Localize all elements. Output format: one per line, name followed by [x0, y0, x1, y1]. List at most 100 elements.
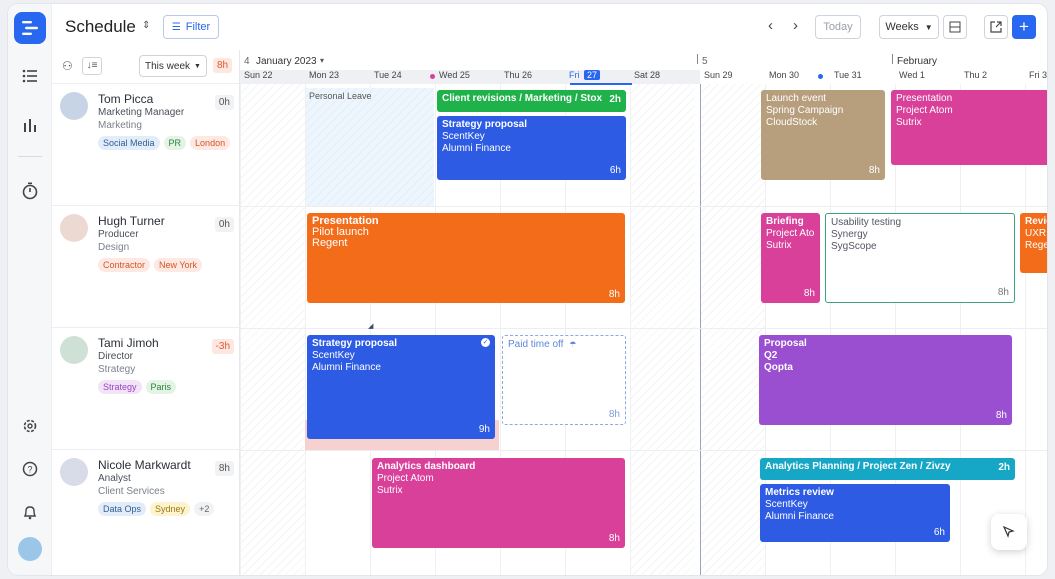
- row-divider: [240, 328, 1047, 329]
- event-line: Alumni Finance: [765, 511, 834, 522]
- month-divider: [892, 54, 893, 64]
- event-block[interactable]: Paid time off ☂ 8h: [502, 335, 626, 425]
- person-hours: 0h: [214, 217, 234, 232]
- event-title: Client revisions / Marketing / Stox: [442, 93, 603, 104]
- event-line: UXR: [1025, 228, 1047, 239]
- settings-gear-icon[interactable]: [14, 410, 46, 442]
- day-header: Tue 31: [834, 70, 862, 80]
- title-sort-icon[interactable]: ⇕: [142, 20, 150, 31]
- today-button[interactable]: Today: [815, 15, 861, 39]
- day-header: Sun 22: [244, 70, 273, 80]
- day-column-sat28[interactable]: [630, 84, 695, 575]
- tag[interactable]: PR: [163, 136, 187, 150]
- day-column-sun22[interactable]: [240, 84, 305, 575]
- tag[interactable]: Data Ops: [98, 502, 147, 516]
- person-name: Hugh Turner: [98, 214, 165, 228]
- help-icon[interactable]: ?: [14, 453, 46, 485]
- event-hours: 9h: [478, 424, 490, 435]
- layout-toggle-icon[interactable]: [943, 15, 967, 39]
- day-header: Sun 29: [704, 70, 733, 80]
- tag[interactable]: Sydney: [150, 502, 191, 516]
- day-header: Sat 28: [634, 70, 661, 80]
- tag[interactable]: +2: [194, 502, 215, 516]
- chevron-down-icon: ▼: [194, 62, 201, 70]
- event-block[interactable]: Launch event Spring Campaign CloudStock …: [761, 90, 885, 180]
- tag[interactable]: New York: [154, 258, 203, 272]
- person-name: Nicole Markwardt: [98, 458, 191, 472]
- svg-text:?: ?: [27, 465, 32, 475]
- tag[interactable]: Strategy: [98, 380, 142, 394]
- cursor-icon: [1003, 526, 1015, 538]
- event-block[interactable]: Usability testing Synergy SygScope 8h: [825, 213, 1015, 303]
- event-block[interactable]: Briefing Project Ato Sutrix 8h: [761, 213, 820, 303]
- month-label[interactable]: January 2023: [256, 56, 317, 67]
- person-row[interactable]: Tom Picca Marketing Manager Marketing 0h…: [52, 84, 240, 206]
- day-header: Fri 3: [1029, 70, 1047, 80]
- event-title: Proposal: [764, 338, 807, 349]
- person-row[interactable]: Hugh Turner Producer Design 0h Contracto…: [52, 206, 240, 328]
- event-title: Briefing: [766, 216, 804, 227]
- event-block[interactable]: Revie UXR Rege: [1020, 213, 1047, 273]
- event-line: Project Ato: [766, 228, 815, 239]
- add-plus-icon[interactable]: +: [1012, 15, 1036, 39]
- filter-button[interactable]: ☰ Filter: [163, 15, 219, 39]
- pointer-tool-button[interactable]: [991, 514, 1027, 550]
- event-block[interactable]: Metrics review ScentKey Alumni Finance 6…: [760, 484, 950, 542]
- event-block[interactable]: Presentation Project Atom Sutrix: [891, 90, 1047, 165]
- stopwatch-icon[interactable]: [14, 175, 46, 207]
- person-dept: Client Services: [98, 486, 165, 497]
- export-icon[interactable]: [984, 15, 1008, 39]
- month-label-2: February: [897, 56, 938, 67]
- day-header: Wed 1: [899, 70, 925, 80]
- tag[interactable]: Social Media: [98, 136, 160, 150]
- this-week-hours: 8h: [213, 58, 233, 73]
- month-chevron-icon[interactable]: ▾: [320, 56, 324, 65]
- tag[interactable]: Paris: [145, 380, 177, 394]
- resize-corner-icon[interactable]: ◢: [368, 322, 373, 330]
- event-hours: 8h: [803, 288, 815, 299]
- day-column-sun29[interactable]: [700, 84, 765, 575]
- next-chevron-icon[interactable]: ›: [793, 17, 798, 34]
- event-title: Strategy proposal: [312, 338, 398, 349]
- event-dot: [818, 74, 823, 79]
- person-row[interactable]: Tami Jimoh Director Strategy -3h Strateg…: [52, 328, 240, 450]
- prev-chevron-icon[interactable]: ‹: [768, 17, 773, 34]
- person-dept: Strategy: [98, 364, 136, 375]
- day-header: Mon 23: [309, 70, 340, 80]
- day-header: Thu 26: [504, 70, 533, 80]
- event-block[interactable]: Analytics dashboard Project Atom Sutrix …: [372, 458, 625, 548]
- event-hours: 6h: [933, 527, 945, 538]
- event-block[interactable]: Strategy proposal ScentKey Alumni Financ…: [437, 116, 626, 180]
- event-title: Presentation: [896, 93, 953, 104]
- person-row[interactable]: Nicole Markwardt Analyst Client Services…: [52, 450, 240, 572]
- event-block[interactable]: Strategy proposal ScentKey Alumni Financ…: [307, 335, 495, 439]
- chevron-down-icon: ▼: [924, 22, 933, 32]
- event-line: SygScope: [831, 241, 877, 252]
- week-marker: 5: [702, 56, 708, 67]
- bell-icon[interactable]: [14, 496, 46, 528]
- tag[interactable]: London: [190, 136, 231, 150]
- personal-leave-label: Personal Leave: [309, 91, 372, 101]
- personal-leave-block[interactable]: Personal Leave: [306, 88, 434, 206]
- this-week-dropdown[interactable]: This week ▼: [139, 55, 207, 77]
- app-logo-icon[interactable]: [14, 12, 46, 44]
- add-person-icon[interactable]: ⚇: [62, 59, 73, 73]
- person-name: Tami Jimoh: [98, 336, 159, 350]
- event-title: Analytics dashboard: [377, 461, 476, 472]
- event-title: Strategy proposal: [442, 119, 528, 130]
- event-block[interactable]: Analytics Planning / Project Zen / Zivzy…: [760, 458, 1015, 480]
- week-divider: [697, 54, 698, 64]
- event-block[interactable]: Proposal Q2 Qopta 8h: [759, 335, 1012, 425]
- event-line: ScentKey: [765, 499, 808, 510]
- bar-chart-icon[interactable]: [14, 109, 46, 141]
- user-avatar[interactable]: [18, 537, 42, 561]
- list-icon[interactable]: [14, 60, 46, 92]
- avatar: [60, 214, 88, 242]
- event-line: Spring Campaign: [766, 105, 844, 116]
- weeks-dropdown[interactable]: Weeks ▼: [879, 15, 939, 39]
- event-block[interactable]: Client revisions / Marketing / Stox 2h: [437, 90, 626, 112]
- sort-icon[interactable]: ↓≡: [82, 57, 102, 75]
- event-hours: 6h: [609, 165, 621, 176]
- tag[interactable]: Contractor: [98, 258, 151, 272]
- event-block[interactable]: Presentation Pilot launch Regent 8h: [307, 213, 625, 303]
